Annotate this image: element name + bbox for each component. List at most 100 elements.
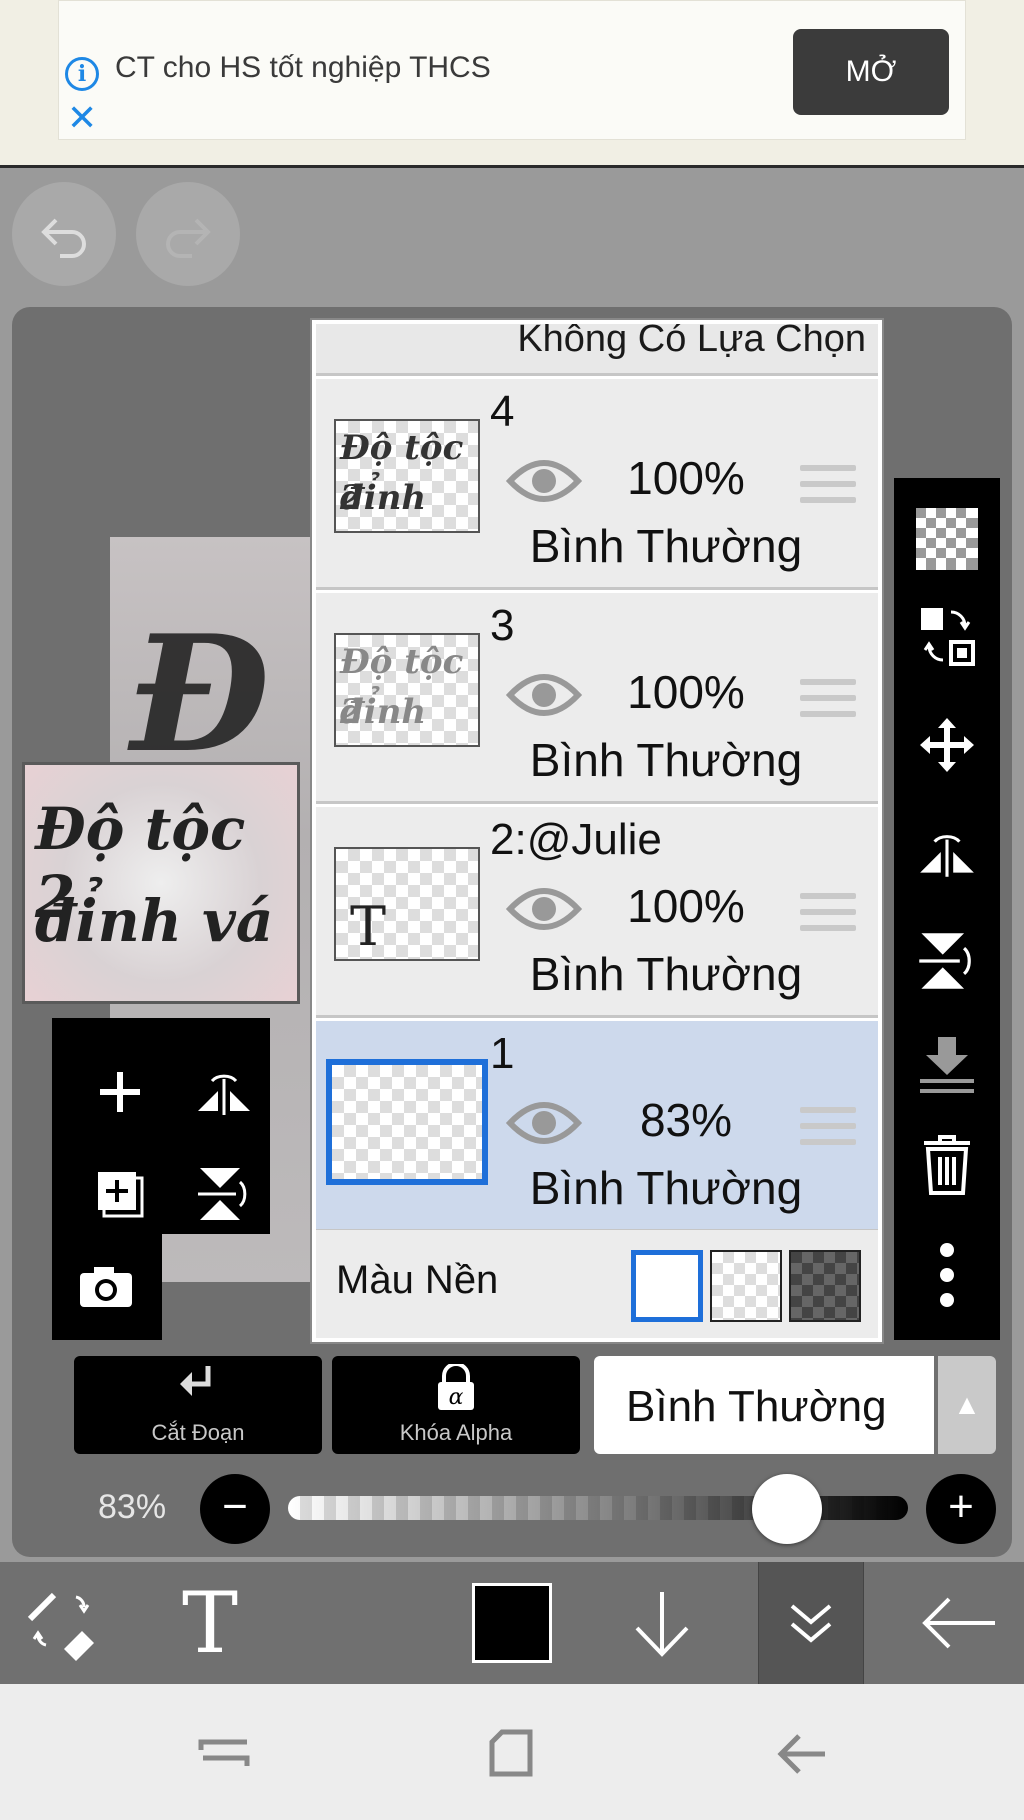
eye-icon[interactable] xyxy=(506,665,582,725)
layer-opacity: 83% xyxy=(639,1094,733,1146)
layer-thumbnail: Độ tộc 2 đỉnh vá xyxy=(334,419,480,533)
camera-button[interactable] xyxy=(66,1246,146,1326)
arrow-down-icon xyxy=(635,1592,689,1657)
layer-tools-extra xyxy=(52,1234,162,1340)
recent-apps-button[interactable] xyxy=(190,1718,260,1788)
color-picker-button[interactable] xyxy=(462,1562,562,1684)
drag-handle-icon[interactable] xyxy=(800,893,856,941)
flip-vertical-icon xyxy=(198,1168,247,1220)
more-options-button[interactable] xyxy=(912,1240,982,1310)
ad-open-button[interactable]: MỞ xyxy=(793,29,949,115)
layers-panel: Không Có Lựa Chọn Độ tộc 2 đỉnh vá 4 100… xyxy=(312,320,882,1342)
system-nav-bar xyxy=(0,1684,1024,1820)
layer-name: 3 xyxy=(490,601,515,650)
layer-row-4[interactable]: Độ tộc 2 đỉnh vá 4 100% Bình Thường xyxy=(316,379,878,590)
layer-name: 4 xyxy=(490,387,515,436)
move-button[interactable] xyxy=(912,710,982,780)
layer-tools xyxy=(52,1018,270,1234)
ad-card[interactable]: i ✕ CT cho HS tốt nghiệp THCS MỞ xyxy=(58,0,966,140)
ad-banner: i ✕ CT cho HS tốt nghiệp THCS MỞ xyxy=(0,0,1024,168)
layer-row-2[interactable]: T 2:@Julie 100% Bình Thường xyxy=(316,807,878,1018)
close-icon[interactable]: ✕ xyxy=(67,99,97,139)
system-back-icon xyxy=(777,1734,825,1774)
layer-opacity: 100% xyxy=(627,452,745,504)
background-dark-swatch[interactable] xyxy=(789,1250,861,1322)
flip-vertical-icon xyxy=(919,933,971,989)
blend-mode-select[interactable]: Bình Thường xyxy=(594,1356,934,1454)
layer-down-button[interactable] xyxy=(612,1562,712,1684)
blend-mode-arrow-icon[interactable]: ▲ xyxy=(938,1356,996,1454)
merge-down-icon xyxy=(920,1037,974,1093)
layer-blend-mode: Bình Thường xyxy=(529,1162,803,1214)
layers-panel-toggle-button[interactable] xyxy=(758,1562,864,1684)
transparency-button[interactable] xyxy=(912,504,982,574)
opacity-slider-knob[interactable] xyxy=(752,1474,822,1544)
layer-opacity: 100% xyxy=(627,666,745,718)
text-layer-icon: T xyxy=(350,895,387,958)
brush-eraser-icon xyxy=(27,1592,94,1661)
home-icon xyxy=(489,1729,533,1777)
flip-horizontal-button[interactable] xyxy=(184,1052,264,1132)
opacity-value: 83% xyxy=(98,1488,167,1526)
canvas-artwork: Đ xyxy=(130,600,270,788)
undo-button[interactable] xyxy=(12,182,116,286)
alpha-lock-button[interactable]: α Khóa Alpha xyxy=(332,1356,580,1454)
layer-thumbnail: Độ tộc 2 đỉnh vá xyxy=(334,633,480,747)
layer-thumbnail xyxy=(326,1059,488,1185)
blend-mode-value: Bình Thường xyxy=(626,1382,887,1431)
redo-button[interactable] xyxy=(136,182,240,286)
thumbnail-text-line2: đỉnh vá xyxy=(35,887,274,955)
add-layer-button[interactable] xyxy=(80,1052,160,1132)
alpha-lock-label: Khóa Alpha xyxy=(399,1420,513,1445)
layer-name: 2:@Julie xyxy=(490,815,662,864)
opacity-increase-button[interactable]: + xyxy=(926,1474,996,1544)
right-toolbar xyxy=(894,478,1000,1340)
opacity-decrease-button[interactable]: − xyxy=(200,1474,270,1544)
lock-icon: α xyxy=(438,1364,474,1410)
drag-handle-icon[interactable] xyxy=(800,1107,856,1155)
background-transparent-swatch[interactable] xyxy=(710,1250,782,1322)
layer-row-1[interactable]: 1 83% Bình Thường xyxy=(316,1021,878,1232)
flip-horizontal-icon xyxy=(198,1074,250,1115)
duplicate-layer-icon xyxy=(98,1172,144,1218)
camera-icon xyxy=(80,1267,132,1307)
system-back-button[interactable] xyxy=(766,1718,836,1788)
clipping-button[interactable]: Cắt Đoạn xyxy=(74,1356,322,1454)
back-button[interactable] xyxy=(906,1562,1012,1684)
plus-icon xyxy=(100,1072,140,1112)
brush-eraser-toggle-button[interactable] xyxy=(14,1562,114,1684)
drag-handle-icon[interactable] xyxy=(800,679,856,727)
text-tool-button[interactable]: T xyxy=(160,1562,260,1684)
flip-vertical-button[interactable] xyxy=(912,926,982,996)
flip-vertical-button[interactable] xyxy=(184,1154,264,1234)
flip-horizontal-icon xyxy=(920,835,974,877)
add-copy-layer-button[interactable] xyxy=(80,1154,160,1234)
svg-text:α: α xyxy=(449,1385,464,1410)
clipping-arrow-icon xyxy=(180,1366,211,1396)
move-icon xyxy=(920,718,974,772)
bottom-toolbar: T xyxy=(0,1562,1024,1684)
checkerboard-icon xyxy=(916,508,978,570)
drag-handle-icon[interactable] xyxy=(800,465,856,513)
swap-layer-button[interactable] xyxy=(912,602,982,672)
flip-horizontal-button[interactable] xyxy=(912,818,982,888)
double-chevron-down-icon xyxy=(790,1604,832,1643)
layer-blend-mode: Bình Thường xyxy=(529,734,803,786)
delete-layer-button[interactable] xyxy=(912,1130,982,1200)
canvas-thumbnail[interactable]: Độ tộc 2 đỉnh vá xyxy=(22,762,300,1004)
layer-blend-mode: Bình Thường xyxy=(529,948,803,1000)
swap-icon xyxy=(921,608,975,666)
home-button[interactable] xyxy=(476,1718,546,1788)
eye-icon[interactable] xyxy=(506,451,582,511)
background-white-swatch[interactable] xyxy=(631,1250,703,1322)
info-icon[interactable]: i xyxy=(65,57,99,91)
text-tool-icon: T xyxy=(181,1574,239,1672)
selection-layer-row[interactable]: Không Có Lựa Chọn xyxy=(316,324,878,376)
background-label: Màu Nền xyxy=(336,1258,499,1302)
layer-row-3[interactable]: Độ tộc 2 đỉnh vá 3 100% Bình Thường xyxy=(316,593,878,804)
eye-icon[interactable] xyxy=(506,879,582,939)
eye-icon[interactable] xyxy=(506,1093,582,1153)
layer-thumbnail-text: đỉnh vá xyxy=(340,478,427,531)
merge-down-button[interactable] xyxy=(912,1030,982,1100)
layer-thumbnail: T xyxy=(334,847,480,961)
